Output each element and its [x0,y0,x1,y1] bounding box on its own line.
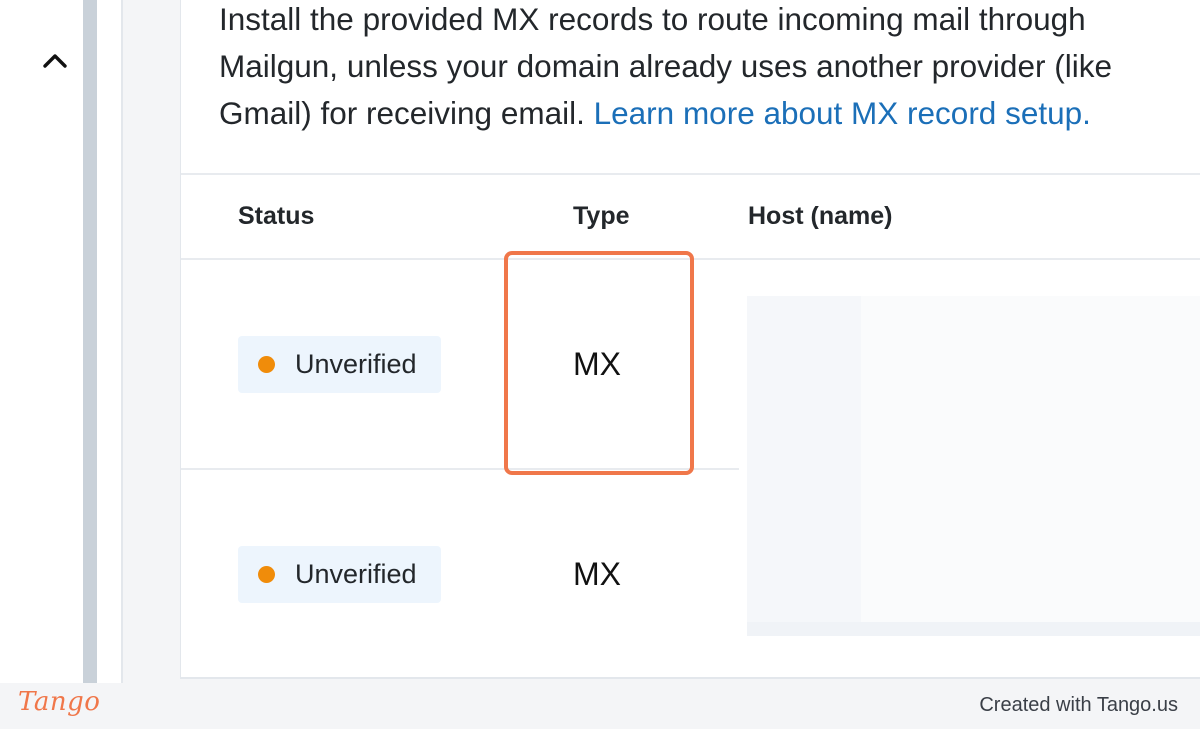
column-header-status: Status [238,202,315,230]
status-badge: Unverified [238,546,441,603]
column-header-host: Host (name) [748,202,893,230]
tango-logo: Tango [18,687,101,717]
mx-records-card: Install the provided MX records to route… [180,0,1200,679]
left-scroll-rail [83,0,97,683]
status-badge: Unverified [238,336,441,393]
page: Install the provided MX records to route… [0,0,1200,729]
table-top-divider [181,173,1200,175]
left-panel [0,0,83,683]
record-type: MX [573,346,621,382]
created-with-text: Created with Tango.us [979,694,1178,716]
chevron-up-icon[interactable] [40,50,70,72]
row-divider [181,468,739,470]
table-header-divider [181,258,1200,260]
learn-more-mx-link[interactable]: Learn more about MX record setup. [594,95,1091,131]
panel-gutter [97,0,121,683]
host-value-placeholder [747,296,1200,636]
status-label: Unverified [295,349,417,379]
host-value-placeholder-shade [747,296,861,622]
status-dot-icon [258,356,275,373]
record-type: MX [573,556,621,592]
status-label: Unverified [295,559,417,589]
column-header-type: Type [573,202,630,230]
tango-footer: Tango Created with Tango.us [0,683,1200,729]
status-dot-icon [258,566,275,583]
content-margin [123,0,180,683]
mx-description: Install the provided MX records to route… [219,0,1179,137]
